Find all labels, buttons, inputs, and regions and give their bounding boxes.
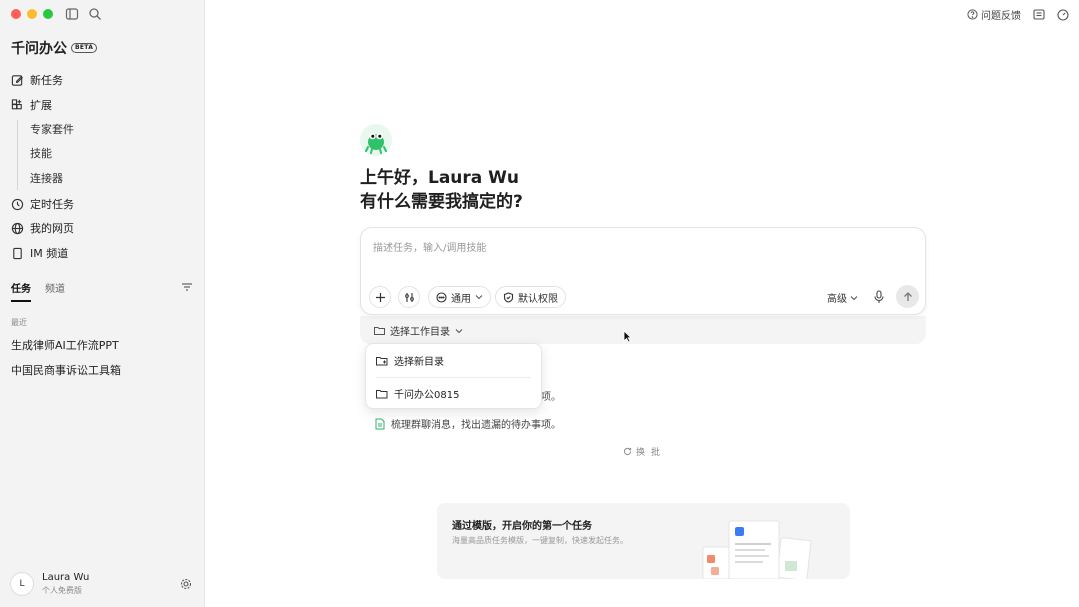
nav-label: IM 频道 <box>30 247 69 260</box>
suggestion-item[interactable]: 梳理群聊消息，找出遗漏的待办事项。 <box>375 416 561 431</box>
sub-item-skills[interactable]: 技能 <box>30 145 52 163</box>
folder-icon <box>376 389 388 398</box>
sidebar-toggle-icon[interactable] <box>65 7 79 21</box>
tools-button[interactable] <box>398 286 420 308</box>
directory-dropdown: 选择新目录 千问办公0815 <box>365 343 542 409</box>
sub-item-expert-kit[interactable]: 专家套件 <box>30 121 74 139</box>
add-button[interactable] <box>369 286 391 308</box>
recent-item[interactable]: 生成律师AI工作流PPT <box>11 337 119 353</box>
template-title: 通过模版，开启你的第一个任务 <box>452 521 592 532</box>
brand: 千问办公 BETA <box>11 38 98 58</box>
advanced-select[interactable]: 高级 <box>827 290 858 305</box>
nav-label: 扩展 <box>30 99 52 112</box>
user-name: Laura Wu <box>42 572 90 583</box>
nav-label: 定时任务 <box>30 198 74 211</box>
shield-icon <box>503 291 514 303</box>
mode-label: 通用 <box>451 293 471 305</box>
nav-scheduled-tasks[interactable]: 定时任务 <box>11 194 74 214</box>
sub-item-connectors[interactable]: 连接器 <box>30 170 63 188</box>
globe-icon <box>11 222 24 234</box>
chevron-down-icon <box>850 295 858 300</box>
refresh-button[interactable]: 换批 <box>623 445 666 458</box>
search-icon[interactable] <box>88 7 102 21</box>
chevron-down-icon <box>455 328 463 333</box>
edit-icon <box>11 74 23 86</box>
dropdown-label: 选择新目录 <box>394 357 444 368</box>
nav-label: 我的网页 <box>30 222 74 235</box>
refresh-label: 换批 <box>636 448 667 458</box>
sliders-icon <box>404 292 414 302</box>
dropdown-divider <box>376 377 531 378</box>
beta-badge: BETA <box>71 43 98 53</box>
send-button[interactable] <box>896 285 919 308</box>
task-input[interactable]: 描述任务，输入/调用技能 <box>373 239 486 254</box>
minimize-window-button[interactable] <box>27 9 37 19</box>
nav-label: 新任务 <box>30 74 63 87</box>
recent-item[interactable]: 中国民商事诉讼工具箱 <box>11 362 121 378</box>
suggestion-text: 梳理群聊消息，找出遗漏的待办事项。 <box>391 420 561 431</box>
main-area: 上午好，Laura Wu 有什么需要我搞定的? 选择工作目录 描述任务，输入/调… <box>205 0 1079 607</box>
nav-im-channel[interactable]: IM 频道 <box>11 243 68 263</box>
select-directory-button[interactable]: 选择工作目录 <box>374 323 463 338</box>
sidebar-tabs: 任务 频道 <box>11 280 65 302</box>
brand-title: 千问办公 <box>11 41 67 57</box>
phone-icon <box>13 247 22 259</box>
suggestion-partial: 项。 <box>541 392 561 403</box>
plus-icon <box>375 292 385 302</box>
gear-icon[interactable] <box>180 578 192 590</box>
recent-directory[interactable]: 千问办公0815 <box>376 386 459 401</box>
mouse-cursor <box>623 330 632 343</box>
greeting-line-1: 上午好，Laura Wu <box>360 168 520 188</box>
window-controls <box>11 9 53 19</box>
folder-plus-icon <box>376 356 388 365</box>
chevron-down-icon <box>475 295 483 300</box>
directory-label: 选择工作目录 <box>390 327 450 338</box>
user-plan: 个人免费版 <box>42 586 82 595</box>
recent-label: 最近 <box>11 318 27 327</box>
grid-plus-icon <box>11 98 22 109</box>
arrow-up-icon <box>903 291 912 301</box>
nav-new-task[interactable]: 新任务 <box>11 70 63 90</box>
template-banner[interactable]: 通过模版，开启你的第一个任务 海量高品质任务模版，一键复制，快速发起任务。 <box>437 503 850 579</box>
microphone-icon[interactable] <box>873 290 885 304</box>
folder-icon <box>374 327 385 335</box>
mascot-icon <box>360 124 392 156</box>
documents-illustration <box>702 520 812 579</box>
document-icon <box>375 418 385 429</box>
tab-channels[interactable]: 频道 <box>45 280 65 302</box>
dropdown-label: 千问办公0815 <box>394 390 460 401</box>
select-new-directory[interactable]: 选择新目录 <box>376 353 444 368</box>
filter-icon[interactable] <box>181 281 193 293</box>
mode-select[interactable]: 通用 <box>428 286 491 308</box>
sub-divider <box>17 120 18 190</box>
directory-bar: 选择工作目录 <box>360 316 926 344</box>
greeting-line-2: 有什么需要我搞定的? <box>360 192 523 212</box>
close-window-button[interactable] <box>11 9 21 19</box>
clock-icon <box>11 198 24 210</box>
nav-my-web[interactable]: 我的网页 <box>11 218 74 238</box>
advanced-label: 高级 <box>827 294 847 305</box>
chat-icon <box>436 291 447 303</box>
sidebar: 千问办公 BETA 新任务 扩展 专家套件 技能 连接器 定时任务 我的网页 I… <box>0 0 205 607</box>
permission-label: 默认权限 <box>518 293 558 305</box>
user-profile[interactable]: L Laura Wu 个人免费版 <box>10 572 89 596</box>
refresh-icon <box>623 447 632 456</box>
zoom-window-button[interactable] <box>43 9 53 19</box>
nav-extensions[interactable]: 扩展 <box>11 95 52 115</box>
task-input-card: 描述任务，输入/调用技能 通用 默认权限 高级 <box>360 227 926 315</box>
template-subtitle: 海量高品质任务模版，一键复制，快速发起任务。 <box>452 536 628 545</box>
tab-tasks[interactable]: 任务 <box>11 280 31 302</box>
avatar: L <box>10 572 34 596</box>
permission-select[interactable]: 默认权限 <box>495 286 566 308</box>
